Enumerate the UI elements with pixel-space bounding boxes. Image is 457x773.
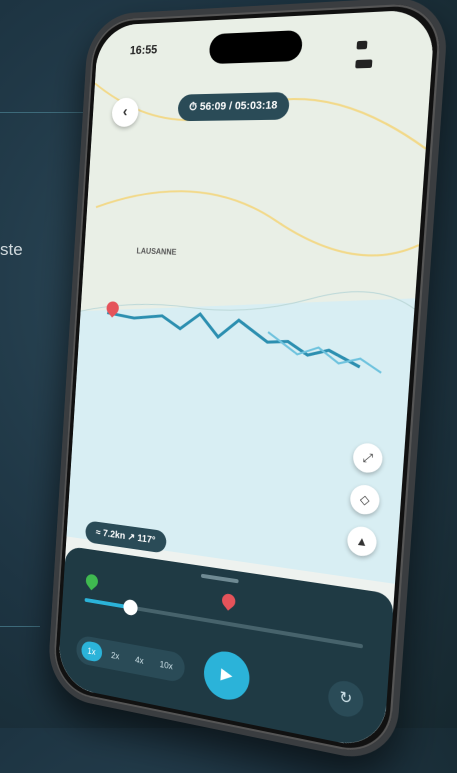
speed-1x-button[interactable]: 1x xyxy=(80,640,103,663)
speed-2x-button[interactable]: 2x xyxy=(104,644,126,667)
speed-10x-button[interactable]: 10x xyxy=(153,653,180,677)
background-text: ste xyxy=(0,240,23,259)
replay-button[interactable]: ↻ xyxy=(327,678,365,720)
timer-pill: ⏱ 56:09 / 05:03:18 xyxy=(177,91,290,122)
play-button[interactable]: ▶ xyxy=(202,647,252,704)
battery-icon xyxy=(355,59,373,69)
phone-mockup: 16:55 LAUSANNE ‹ ⏱ 56:09 / 05:03:18 ⤢ ◇ … xyxy=(22,0,457,768)
start-marker-icon xyxy=(83,571,101,591)
speed-4x-button[interactable]: 4x xyxy=(128,649,150,672)
fullscreen-icon: ⤢ xyxy=(362,450,374,466)
signal-icon xyxy=(356,40,368,50)
phone-screen: 16:55 LAUSANNE ‹ ⏱ 56:09 / 05:03:18 ⤢ ◇ … xyxy=(57,8,436,752)
chevron-left-icon: ‹ xyxy=(122,103,129,121)
compass-icon: ▲ xyxy=(355,533,369,550)
drag-handle[interactable] xyxy=(200,573,239,584)
timeline-thumb[interactable] xyxy=(123,598,139,617)
map-label-lausanne: LAUSANNE xyxy=(136,246,177,257)
layers-icon: ◇ xyxy=(359,491,371,508)
status-time: 16:55 xyxy=(129,42,158,58)
phone-frame: 16:55 LAUSANNE ‹ ⏱ 56:09 / 05:03:18 ⤢ ◇ … xyxy=(46,0,450,767)
end-marker-icon xyxy=(219,591,239,611)
status-icons xyxy=(355,34,396,69)
replay-icon: ↻ xyxy=(338,688,353,709)
speed-selector: 1x 2x 4x 10x xyxy=(75,634,186,684)
play-icon: ▶ xyxy=(220,665,233,685)
dynamic-island xyxy=(208,29,304,65)
